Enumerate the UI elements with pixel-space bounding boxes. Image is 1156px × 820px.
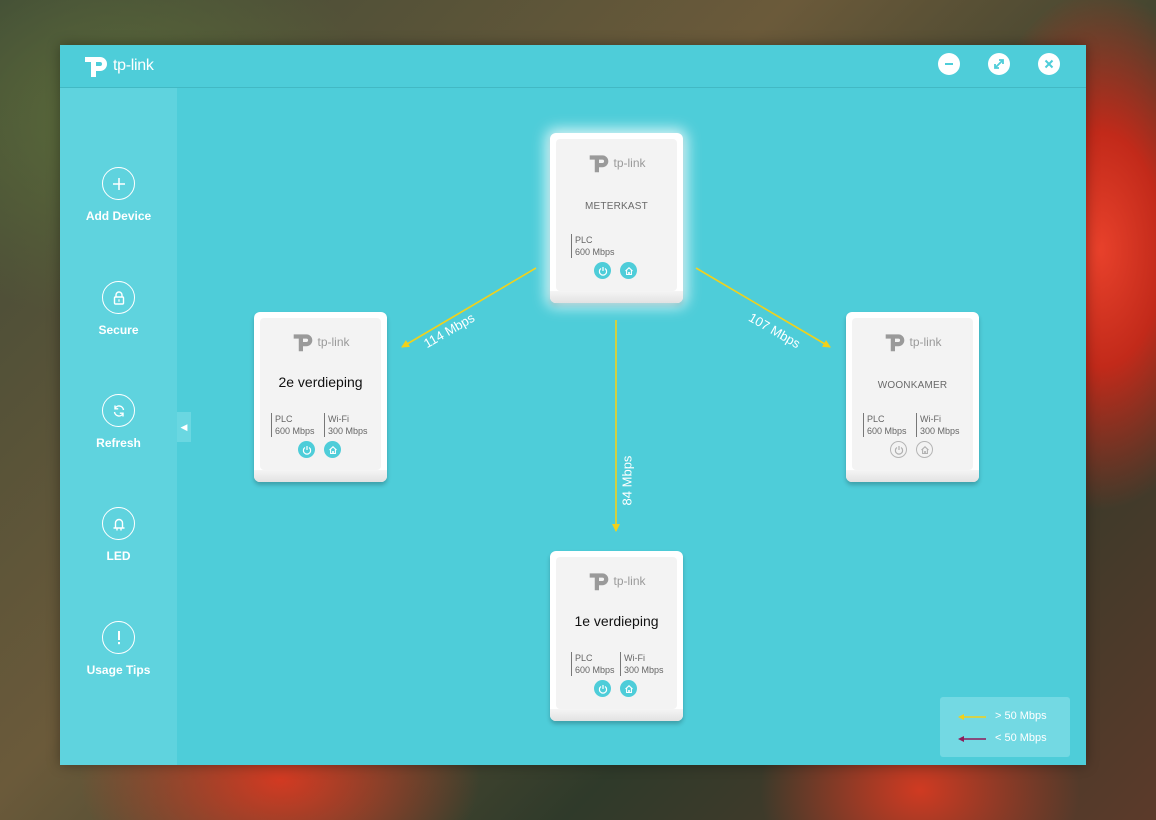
power-button[interactable] [594,680,611,697]
power-button[interactable] [594,262,611,279]
power-button[interactable] [890,441,907,458]
plc-stat: PLC 600 Mbps [571,234,615,258]
logo-text: tp-link [613,156,646,170]
wifi-stat: Wi-Fi 300 Mbps [916,413,960,437]
power-button[interactable] [298,441,315,458]
wifi-stat: Wi-Fi 300 Mbps [620,652,664,676]
plc-label: PLC [575,653,593,663]
tp-link-logo: tp-link [260,331,381,353]
legend-label: < 50 Mbps [995,732,1047,744]
speed-legend: > 50 Mbps < 50 Mbps [940,697,1070,757]
home-icon [328,445,337,454]
device-name: WOONKAMER [877,380,948,391]
tp-link-logo-icon [294,334,313,352]
device-name: 1e verdieping [574,613,659,629]
wifi-speed: 300 Mbps [328,426,368,436]
device-2e-verdieping[interactable]: tp-link 2e verdieping PLC 600 Mbps Wi-Fi… [254,312,387,482]
device-name: 2e verdieping [278,374,363,390]
tp-link-logo: tp-link [556,152,677,174]
tp-link-logo: tp-link [852,331,973,353]
wifi-stat: Wi-Fi 300 Mbps [324,413,368,437]
legend-row-fast: > 50 Mbps [940,710,1070,724]
legend-row-slow: < 50 Mbps [940,732,1070,746]
plc-speed: 600 Mbps [867,426,907,436]
plc-speed: 600 Mbps [575,665,615,675]
plc-label: PLC [575,235,593,245]
device-meterkast[interactable]: tp-link METERKAST PLC 600 Mbps [550,133,683,303]
power-icon [302,445,311,455]
plc-speed: 600 Mbps [575,247,615,257]
link-line-2e-verdieping [401,267,537,348]
plc-label: PLC [867,414,885,424]
home-button[interactable] [620,680,637,697]
wifi-label: Wi-Fi [920,414,941,424]
tp-link-logo-icon [590,155,609,173]
arrow-left-icon [958,736,986,742]
wifi-label: Wi-Fi [624,653,645,663]
plc-stat: PLC 600 Mbps [271,413,315,437]
link-line-woonkamer [695,267,831,348]
tp-link-logo: tp-link [556,570,677,592]
wifi-speed: 300 Mbps [624,665,664,675]
power-icon [894,445,903,455]
plc-stat: PLC 600 Mbps [571,652,615,676]
home-button[interactable] [916,441,933,458]
powerline-utility-window: tp-link Add Device Secure Refresh LED Us… [60,45,1086,765]
plc-label: PLC [275,414,293,424]
plc-stat: PLC 600 Mbps [863,413,907,437]
legend-label: > 50 Mbps [995,710,1047,722]
home-button[interactable] [324,441,341,458]
tp-link-logo-icon [886,334,905,352]
home-icon [920,445,929,454]
wifi-speed: 300 Mbps [920,426,960,436]
arrow-left-icon [958,714,986,720]
link-speed-label: 84 Mbps [619,455,635,506]
wifi-label: Wi-Fi [328,414,349,424]
power-icon [598,266,607,276]
logo-text: tp-link [613,574,646,588]
home-icon [624,266,633,275]
device-1e-verdieping[interactable]: tp-link 1e verdieping PLC 600 Mbps Wi-Fi… [550,551,683,721]
tp-link-logo-icon [590,573,609,591]
device-name: METERKAST [585,201,648,212]
plc-speed: 600 Mbps [275,426,315,436]
power-icon [598,684,607,694]
home-icon [624,684,633,693]
logo-text: tp-link [317,335,350,349]
home-button[interactable] [620,262,637,279]
logo-text: tp-link [909,335,942,349]
device-woonkamer[interactable]: tp-link WOONKAMER PLC 600 Mbps Wi-Fi 300… [846,312,979,482]
